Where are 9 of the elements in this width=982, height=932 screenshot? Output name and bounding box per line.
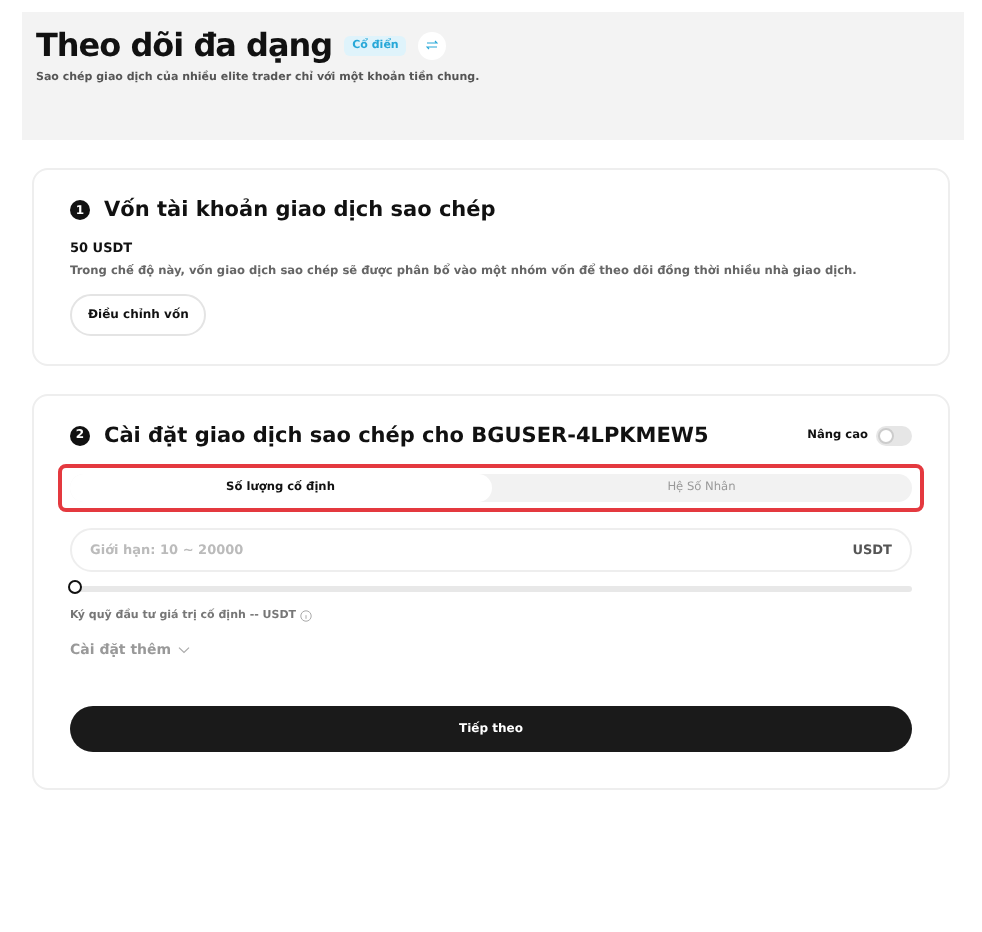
swap-button[interactable] [418,31,447,59]
swap-icon [426,40,439,50]
chevron-down-icon[interactable] [177,645,190,654]
page-title: Theo dõi đa dạng [36,26,333,64]
advanced-toggle[interactable] [876,425,912,446]
section-title: Vốn tài khoản giao dịch sao chép [104,198,496,222]
section-title: Cài đặt giao dịch sao chép cho BGUSER-4LPKMEW5 [104,423,709,448]
info-icon[interactable] [300,609,313,622]
slider-thumb[interactable] [68,579,82,594]
